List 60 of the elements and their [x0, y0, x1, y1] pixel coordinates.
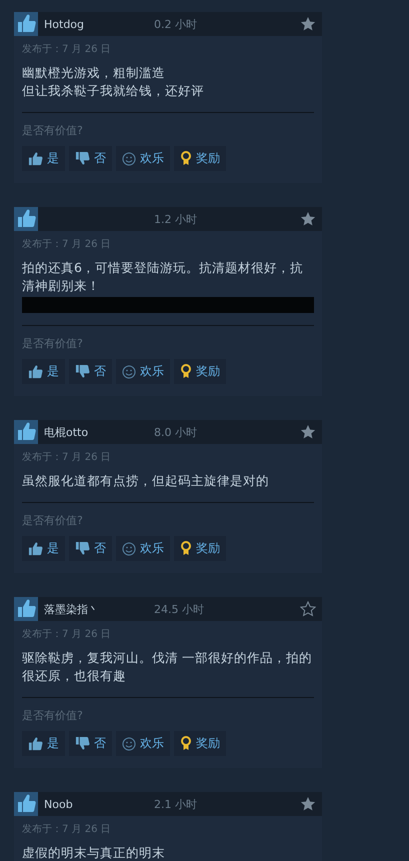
username[interactable]: 落墨染指丶 — [44, 602, 99, 616]
down-button[interactable]: 否 — [69, 731, 112, 756]
award-button[interactable]: 奖励 — [174, 359, 226, 384]
post-date: 发布于：7 月 26 日 — [22, 451, 112, 464]
funny-button[interactable]: 欢乐 — [116, 536, 170, 561]
award-icon — [180, 364, 192, 379]
play-hours: 1.2 小时 — [154, 212, 198, 226]
helpful-question: 是否有价值? — [22, 708, 84, 723]
helpful-question: 是否有价值? — [22, 336, 84, 351]
award-button[interactable]: 奖励 — [174, 731, 226, 756]
play-hours: 0.2 小时 — [154, 16, 198, 32]
star-icon[interactable] — [300, 16, 316, 32]
thumbs-up-icon — [28, 364, 43, 379]
username[interactable]: 电棍otto — [44, 426, 88, 438]
star-icon[interactable] — [300, 796, 316, 812]
star-icon[interactable] — [300, 424, 316, 440]
award-icon — [180, 736, 192, 751]
award-icon — [180, 541, 192, 556]
thumbs-up-icon — [28, 541, 43, 556]
username[interactable]: Hotdog — [44, 18, 84, 30]
review-text: 虚假的明末与真正的明末 — [22, 844, 166, 861]
up-button[interactable]: 是 — [22, 536, 65, 561]
star-icon[interactable] — [300, 601, 316, 617]
post-date: 发布于：7 月 26 日 — [22, 628, 112, 641]
star-icon[interactable] — [300, 211, 316, 227]
review-text: 虽然服化道都有点捞，但起码主旋律是对的 — [22, 472, 270, 490]
helpful-question: 是否有价值? — [22, 513, 84, 528]
review-text: 幽默橙光游戏，粗制滥造 但让我杀鞑子我就给钱，还好评 — [22, 64, 205, 100]
funny-button[interactable]: 欢乐 — [116, 359, 170, 384]
up-button[interactable]: 是 — [22, 359, 65, 384]
play-hours: 2.1 小时 — [154, 796, 198, 812]
play-hours: 24.5 小时 — [154, 602, 205, 616]
thumbs-down-icon — [75, 736, 90, 751]
smiley-icon — [122, 364, 136, 378]
post-date: 发布于：7 月 26 日 — [22, 43, 112, 56]
down-button[interactable]: 否 — [69, 536, 112, 561]
username[interactable]: Noob — [44, 798, 73, 810]
award-icon — [180, 151, 192, 166]
thumbs-down-icon — [75, 364, 90, 379]
smiley-icon — [122, 542, 136, 556]
play-hours: 8.0 小时 — [154, 424, 198, 440]
down-button[interactable]: 否 — [69, 146, 112, 171]
up-button[interactable]: 是 — [22, 146, 65, 171]
thumbs-up-icon — [28, 736, 43, 751]
funny-button[interactable]: 欢乐 — [116, 146, 170, 171]
funny-button[interactable]: 欢乐 — [116, 731, 170, 756]
thumbs-up-icon — [28, 151, 43, 166]
smiley-icon — [122, 152, 136, 166]
review-text: 拍的还真6，可惜要登陆游玩。抗清题材很好，抗清神剧别来！ — [22, 259, 304, 295]
post-date: 发布于：7 月 26 日 — [22, 238, 112, 251]
up-button[interactable]: 是 — [22, 731, 65, 756]
thumbs-down-icon — [75, 151, 90, 166]
smiley-icon — [122, 736, 136, 750]
award-button[interactable]: 奖励 — [174, 536, 226, 561]
review-text: 驱除鞑虏，复我河山。伐清 一部很好的作品，拍的很还原，也很有趣 — [22, 649, 313, 685]
post-date: 发布于：7 月 26 日 — [22, 823, 112, 836]
down-button[interactable]: 否 — [69, 359, 112, 384]
thumbs-down-icon — [75, 541, 90, 556]
helpful-question: 是否有价值? — [22, 123, 84, 138]
award-button[interactable]: 奖励 — [174, 146, 226, 171]
